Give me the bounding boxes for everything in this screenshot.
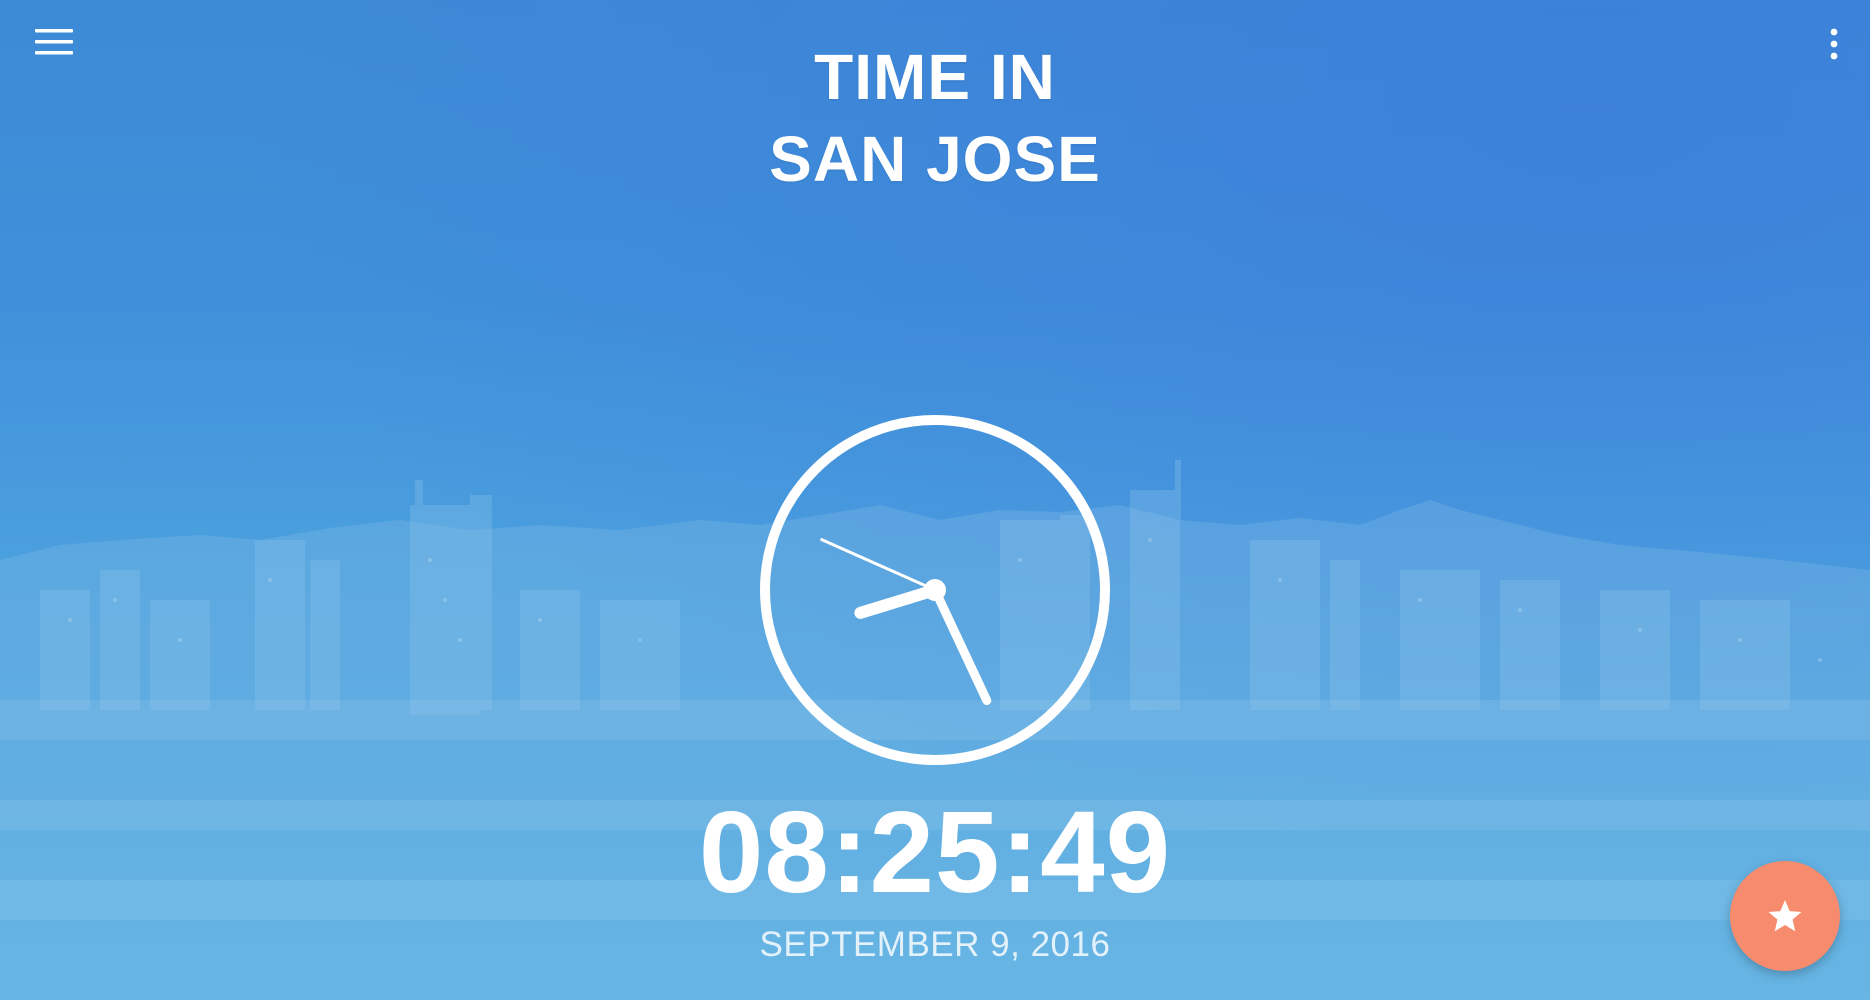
page-title: TIME IN SAN JOSE (0, 36, 1870, 200)
hour-hand (854, 584, 941, 619)
star-icon (1768, 900, 1802, 932)
date-label: SEPTEMBER 9, 2016 (759, 925, 1111, 964)
favorite-fab-button[interactable] (1730, 861, 1840, 971)
digital-time: 08:25:49 (698, 787, 1172, 917)
title-line-1: TIME IN (814, 41, 1056, 113)
minute-hand (930, 585, 992, 705)
second-hand (820, 538, 937, 592)
clock-center-pin (924, 579, 946, 601)
analog-clock (757, 412, 1113, 768)
title-line-2: SAN JOSE (769, 123, 1101, 195)
analog-clock-face (760, 415, 1110, 765)
time-app-screen: TIME IN SAN JOSE 08:25:49 SEPTEMBER 9, 2… (0, 0, 1870, 1000)
